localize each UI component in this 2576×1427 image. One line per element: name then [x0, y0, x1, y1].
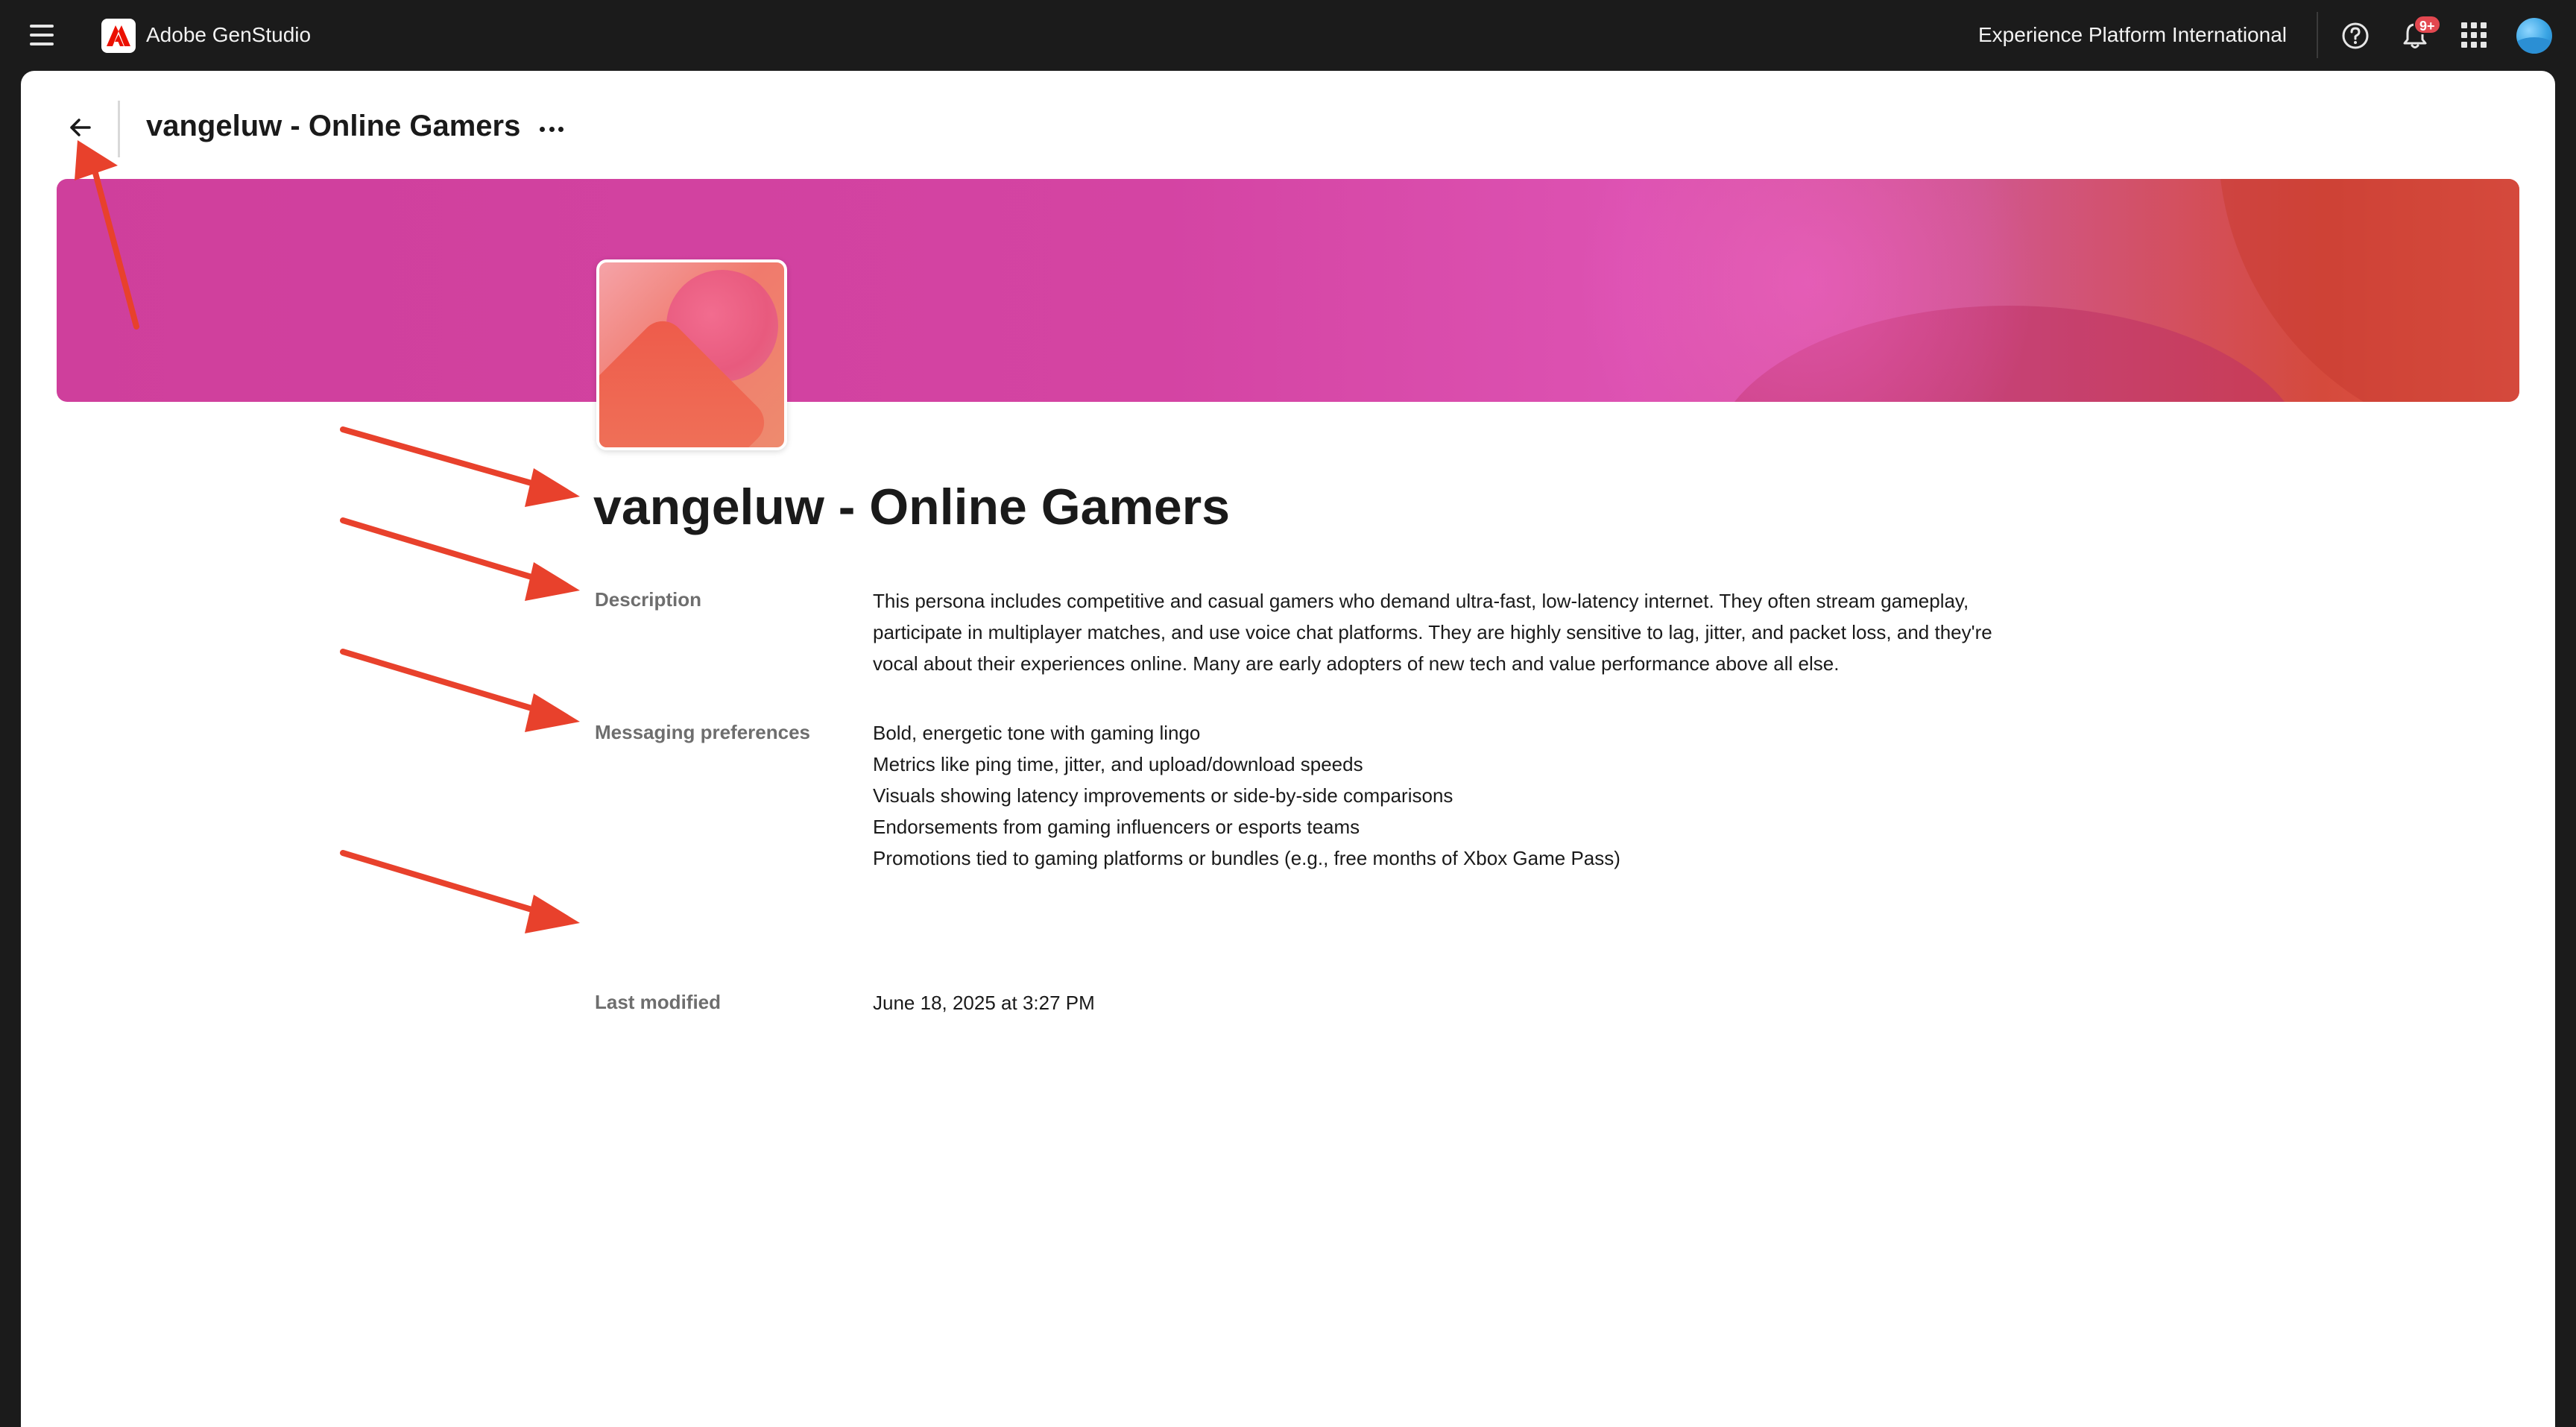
- list-item: Visuals showing latency improvements or …: [873, 784, 1453, 807]
- banner-glow: [1547, 179, 2069, 402]
- persona-title: vangeluw - Online Gamers: [593, 479, 1231, 535]
- description-value: This persona includes competitive and ca…: [873, 590, 1992, 675]
- persona-detail-panel: vangeluw - Online Gamers vangeluw - Onli…: [21, 71, 2555, 1427]
- adobe-logo-icon[interactable]: [101, 19, 136, 53]
- help-icon[interactable]: [2340, 21, 2370, 51]
- list-item: Endorsements from gaming influencers or …: [873, 816, 1360, 838]
- header-divider: [118, 101, 120, 157]
- messaging-preferences-value: Bold, energetic tone with gaming lingo M…: [873, 717, 2006, 874]
- notification-badge: 9+: [2414, 15, 2441, 34]
- menu-icon[interactable]: [30, 22, 54, 48]
- last-modified-label: Last modified: [595, 991, 722, 1013]
- list-item: Metrics like ping time, jitter, and uplo…: [873, 753, 1363, 775]
- list-item: Promotions tied to gaming platforms or b…: [873, 847, 1620, 869]
- messaging-preferences-list: Bold, energetic tone with gaming lingo M…: [873, 717, 2006, 874]
- apps-grid-icon[interactable]: [2461, 22, 2487, 48]
- avatar[interactable]: [2516, 18, 2552, 54]
- last-modified-value: June 18, 2025 at 3:27 PM: [873, 992, 1095, 1014]
- more-icon[interactable]: [535, 114, 568, 144]
- app-name[interactable]: Adobe GenStudio: [146, 21, 311, 49]
- messaging-preferences-label: Messaging preferences: [595, 721, 811, 743]
- description-label: Description: [595, 588, 702, 611]
- org-switcher[interactable]: Experience Platform International: [1978, 21, 2287, 49]
- page-title: vangeluw - Online Gamers: [146, 110, 521, 142]
- topbar-divider: [2317, 12, 2318, 58]
- top-bar: Adobe GenStudio Experience Platform Inte…: [0, 0, 2576, 71]
- persona-thumbnail: [596, 259, 787, 450]
- persona-banner: [57, 179, 2519, 402]
- list-item: Bold, energetic tone with gaming lingo: [873, 722, 1201, 744]
- back-arrow-icon[interactable]: [63, 110, 98, 145]
